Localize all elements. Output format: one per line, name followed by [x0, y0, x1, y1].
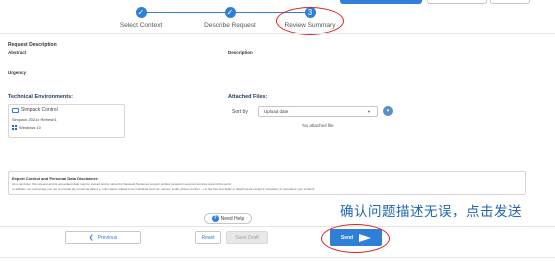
windows-icon	[12, 125, 17, 130]
divider	[0, 33, 555, 34]
attached-files-title: Attached Files:	[228, 94, 268, 100]
step-highlight-circle	[276, 7, 344, 35]
product-row: Simpack Control	[12, 107, 58, 113]
reset-button[interactable]: Reset	[195, 231, 221, 244]
description-label: Description	[228, 50, 253, 55]
chevron-down-icon: ▼	[367, 109, 371, 114]
abstract-label: Abstract	[8, 50, 27, 55]
environment-card: Simpack Control Simpack 2021x Refresh1 W…	[8, 104, 125, 138]
check-icon: ✓	[135, 7, 147, 18]
sort-select[interactable]: Upload date ▼	[258, 106, 378, 117]
instruction-annotation: 确认问题描述无误，点击发送	[340, 204, 522, 220]
disclaimer-title: Export Control and Personal Data Disclai…	[12, 176, 99, 181]
reset-label: Reset	[201, 234, 215, 241]
help-icon: ?	[211, 215, 219, 222]
urgency-label: Urgency	[8, 70, 27, 75]
technical-environments-title: Technical Environments:	[8, 94, 73, 100]
release-name: Simpack 2021x Refresh1	[12, 117, 57, 122]
release-row: Simpack 2021x Refresh1	[12, 117, 57, 122]
os-name: Windows 10	[19, 125, 41, 130]
save-draft-label: Save Draft	[235, 234, 259, 241]
need-help-button[interactable]: ? Need Help	[204, 213, 252, 224]
previous-label: Previous	[97, 234, 118, 241]
sort-select-value: Upload date	[264, 109, 289, 114]
disclaimer-box: Export Control and Personal Data Disclai…	[8, 171, 526, 195]
os-row: Windows 10	[12, 125, 41, 130]
disclaimer-line-2: In addition, we encourage you not to pro…	[12, 187, 315, 191]
divider	[0, 226, 555, 227]
divider	[0, 257, 555, 258]
previous-button[interactable]: ❮ Previous	[65, 231, 141, 244]
send-highlight-circle	[321, 224, 390, 253]
monitor-icon	[12, 107, 19, 113]
sort-by-label: Sort by	[232, 109, 248, 115]
need-help-label: Need Help	[220, 215, 245, 222]
progress-stepper: ✓ Select Context ✓ Describe Request 3 Re…	[0, 4, 555, 35]
check-icon: ✓	[224, 7, 236, 18]
request-description-title: Request Description	[8, 42, 57, 48]
product-name: Simpack Control	[21, 107, 58, 113]
disclaimer-line-1: As a reminder, this request and its asso…	[12, 182, 232, 186]
save-draft-button[interactable]: Save Draft	[226, 231, 268, 244]
sort-direction-icon[interactable]: ▾	[383, 106, 393, 116]
chevron-left-icon: ❮	[88, 235, 94, 241]
no-files-text: No attached file	[302, 123, 334, 128]
